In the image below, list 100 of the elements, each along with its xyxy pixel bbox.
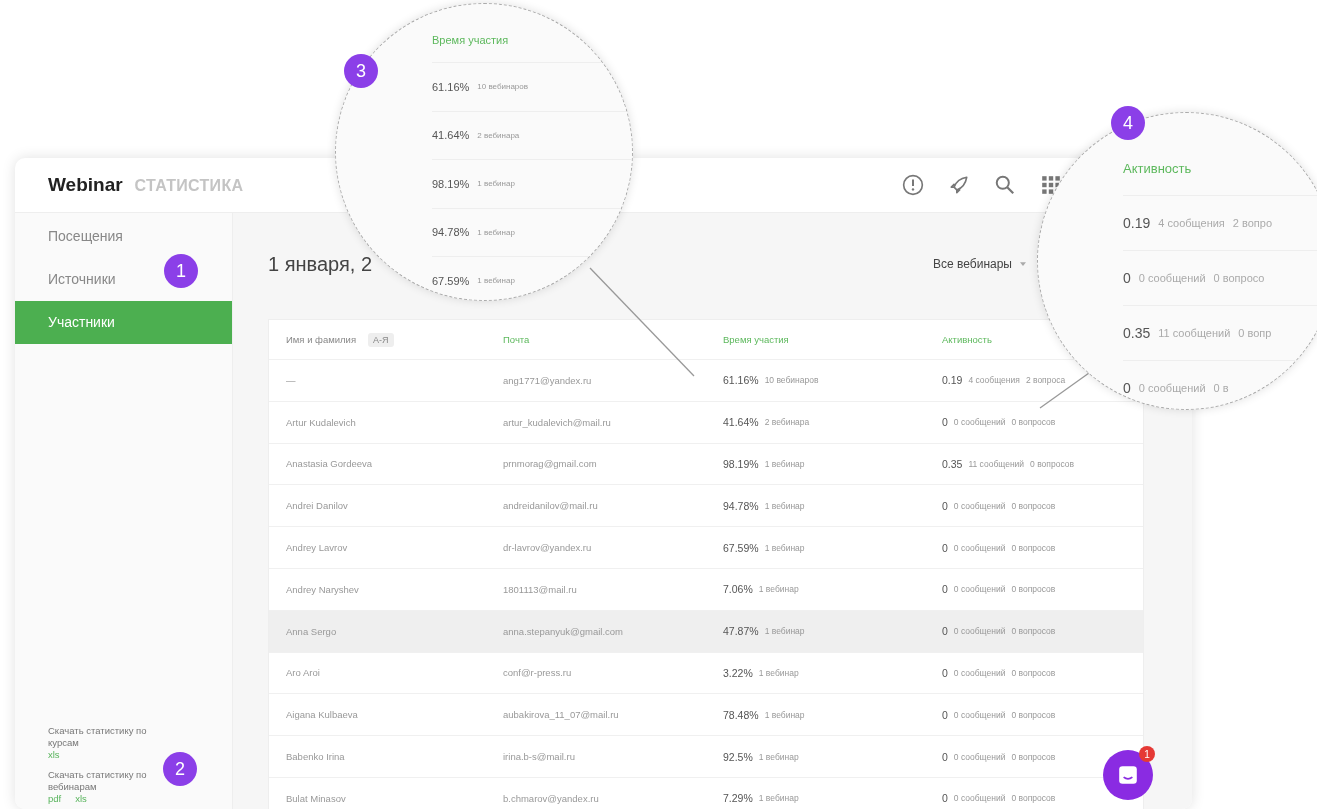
activity-score: 0 bbox=[942, 541, 948, 554]
column-header[interactable]: Время участия bbox=[723, 334, 789, 345]
webinar-count: 1 вебинар bbox=[758, 793, 799, 804]
exclamation-icon[interactable] bbox=[902, 174, 924, 196]
magnified-note: 11 сообщений bbox=[1158, 327, 1231, 339]
magnified-note: 0 в bbox=[1213, 382, 1229, 394]
time-value: 7.29% bbox=[723, 792, 753, 805]
column-header: Активность bbox=[1123, 161, 1193, 178]
message-count: 0 сообщений bbox=[953, 584, 1006, 595]
email-cell: b.chmarov@yandex.ru bbox=[503, 792, 599, 804]
magnified-note: 0 вопр bbox=[1238, 327, 1272, 339]
search-icon[interactable] bbox=[994, 174, 1016, 196]
name-cell: Andrey Lavrov bbox=[286, 542, 348, 554]
email-cell: ang1771@yandex.ru bbox=[503, 374, 592, 386]
magnified-note: 10 вебинаров bbox=[477, 82, 529, 92]
time-value: 78.48% bbox=[723, 708, 759, 721]
column-header[interactable]: Активность bbox=[942, 334, 992, 345]
time-value: 67.59% bbox=[723, 541, 759, 554]
rocket-icon[interactable] bbox=[948, 174, 970, 196]
message-count: 0 сообщений bbox=[953, 751, 1006, 762]
webinar-filter-dropdown[interactable]: Все вебинары bbox=[933, 257, 1026, 271]
magnified-value: 0 bbox=[1123, 380, 1131, 396]
download-label: Скачать статистику по вебинарам bbox=[48, 769, 148, 793]
section-title: СТАТИСТИКА bbox=[134, 177, 244, 195]
email-cell: conf@r-press.ru bbox=[503, 667, 572, 679]
logo[interactable]: Webinar bbox=[48, 174, 123, 196]
email-cell: aubakirova_11_07@mail.ru bbox=[503, 709, 619, 721]
webinar-count: 1 вебинар bbox=[764, 626, 805, 637]
activity-score: 0 bbox=[942, 708, 948, 721]
name-cell: — bbox=[286, 374, 296, 386]
sidebar-item[interactable]: Посещения bbox=[15, 215, 133, 258]
grid-icon[interactable] bbox=[1040, 174, 1062, 196]
message-count: 0 сообщений bbox=[953, 500, 1006, 511]
magnified-value: 67.59% bbox=[432, 274, 470, 287]
question-count: 0 вопросов bbox=[1011, 584, 1056, 595]
magnified-note: 0 сообщений bbox=[1138, 382, 1206, 394]
webinar-count: 1 вебинар bbox=[758, 667, 799, 678]
time-value: 98.19% bbox=[723, 458, 759, 470]
caret-icon bbox=[1020, 262, 1026, 266]
download-link[interactable]: xls bbox=[48, 749, 60, 761]
activity-score: 0 bbox=[942, 499, 948, 512]
notification-badge: 1 bbox=[1139, 746, 1155, 762]
webinar-count: 2 вебинара bbox=[764, 417, 810, 428]
date-title: 1 января, 2 bbox=[268, 252, 373, 276]
question-count: 0 вопросов bbox=[1011, 793, 1056, 804]
step-marker: 3 bbox=[344, 54, 378, 88]
time-value: 47.87% bbox=[723, 625, 759, 638]
download-link[interactable]: pdf bbox=[48, 793, 62, 805]
name-cell: Bulat Minasov bbox=[286, 792, 346, 804]
download-label: Скачать статистику по курсам bbox=[48, 725, 148, 749]
name-cell: Anastasia Gordeeva bbox=[286, 458, 373, 470]
webinar-count: 1 вебинар bbox=[764, 709, 805, 720]
activity-score: 0 bbox=[942, 792, 948, 805]
webinar-count: 1 вебинар bbox=[764, 542, 805, 553]
name-cell: Anna Sergo bbox=[286, 625, 337, 637]
activity-score: 0 bbox=[942, 666, 948, 679]
activity-score: 0 bbox=[942, 416, 948, 429]
email-cell: artur_kudalevich@mail.ru bbox=[503, 416, 611, 428]
magnified-value: 61.16% bbox=[432, 80, 470, 93]
column-header[interactable]: Почта bbox=[503, 334, 530, 345]
webinar-count: 1 вебинар bbox=[764, 459, 805, 469]
email-cell: andreidanilov@mail.ru bbox=[503, 500, 598, 512]
magnified-note: 1 вебинар bbox=[477, 179, 515, 189]
email-cell: irina.b-s@mail.ru bbox=[503, 751, 575, 763]
magnified-value: 0 bbox=[1123, 270, 1131, 286]
sort-button[interactable]: А-Я bbox=[368, 332, 394, 347]
time-value: 41.64% bbox=[723, 416, 759, 429]
message-count: 11 сообщений bbox=[968, 459, 1025, 469]
time-value: 7.06% bbox=[723, 583, 753, 596]
email-cell: dr-lavrov@yandex.ru bbox=[503, 542, 592, 554]
question-count: 0 вопросов bbox=[1011, 626, 1056, 637]
name-cell: Aro Aroi bbox=[286, 667, 320, 679]
highlighted-row[interactable]: Anna Sergo anna.stepanyuk@gmail.com 47.87% 1 вебинар 0 0 сообщений 0 вопросов bbox=[269, 610, 1143, 653]
magnified-note: 0 вопросо bbox=[1213, 272, 1265, 284]
magnified-note: 4 сообщения bbox=[1158, 217, 1225, 229]
download-link[interactable]: xls bbox=[75, 793, 87, 805]
activity-score: 0 bbox=[942, 750, 948, 763]
time-value: 92.5% bbox=[723, 750, 753, 763]
activity-score: 0 bbox=[942, 583, 948, 596]
magnified-note: 2 вебинара bbox=[477, 130, 520, 140]
webinar-count: 10 вебинаров bbox=[764, 375, 819, 386]
message-count: 0 сообщений bbox=[953, 626, 1006, 637]
name-cell: Andrey Naryshev bbox=[286, 583, 359, 595]
magnified-value: 94.78% bbox=[432, 226, 470, 239]
magnified-value: 98.19% bbox=[432, 177, 470, 190]
column-header[interactable]: Имя и фамилия bbox=[286, 334, 357, 345]
question-count: 0 вопросов bbox=[1011, 709, 1056, 720]
sidebar-item[interactable]: Участники bbox=[15, 301, 232, 344]
activity-score: 0.35 bbox=[942, 458, 963, 470]
activity-score: 0 bbox=[942, 625, 948, 638]
webinar-count: 1 вебинар bbox=[758, 584, 799, 595]
activity-score: 0.19 bbox=[942, 374, 963, 387]
question-count: 2 вопроса bbox=[1025, 375, 1066, 386]
message-count: 0 сообщений bbox=[953, 793, 1006, 804]
column-header: Время участия bbox=[432, 34, 510, 48]
sidebar-item[interactable]: Источники bbox=[15, 258, 126, 301]
email-cell: 1801113@mail.ru bbox=[503, 583, 577, 595]
magnified-note: 2 вопро bbox=[1232, 217, 1273, 229]
time-value: 3.22% bbox=[723, 666, 753, 679]
question-count: 0 вопросов bbox=[1011, 500, 1056, 511]
